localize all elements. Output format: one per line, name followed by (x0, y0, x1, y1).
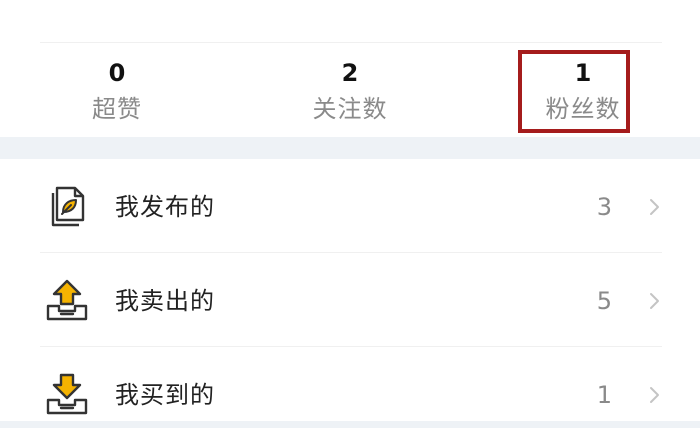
stat-following-count: 2 (341, 59, 359, 87)
menu-item-published[interactable]: 我发布的 3 (0, 159, 700, 253)
stat-likes-label: 超赞 (92, 95, 142, 123)
menu-item-count: 3 (596, 193, 612, 221)
stat-following-label: 关注数 (312, 95, 388, 123)
stat-followers-count: 1 (574, 59, 592, 87)
stat-likes[interactable]: 0 超赞 (42, 43, 192, 135)
chevron-right-icon (648, 290, 662, 312)
menu-item-count: 5 (596, 287, 612, 315)
tray-upload-icon (44, 278, 90, 324)
section-separator (0, 137, 700, 159)
stats-bar: 0 超赞 2 关注数 1 粉丝数 (0, 43, 700, 135)
stat-following[interactable]: 2 关注数 (275, 43, 425, 135)
chevron-right-icon (648, 384, 662, 406)
chevron-right-icon (648, 196, 662, 218)
menu-item-label: 我卖出的 (115, 287, 215, 315)
published-document-icon (44, 184, 90, 230)
menu-item-sold[interactable]: 我卖出的 5 (0, 253, 700, 347)
stat-followers-label: 粉丝数 (545, 95, 621, 123)
bottom-separator (0, 421, 700, 428)
profile-page: 0 超赞 2 关注数 1 粉丝数 我发布的 3 我卖出的 5 我买到的 1 (0, 0, 700, 428)
menu-item-label: 我发布的 (115, 193, 215, 221)
stat-likes-count: 0 (108, 59, 126, 87)
menu-list: 我发布的 3 我卖出的 5 我买到的 1 (0, 159, 700, 428)
stat-followers[interactable]: 1 粉丝数 (508, 43, 658, 135)
menu-item-count: 1 (596, 381, 612, 409)
menu-item-bought[interactable]: 我买到的 1 (0, 347, 700, 428)
tray-download-icon (44, 372, 90, 418)
menu-item-label: 我买到的 (115, 381, 215, 409)
